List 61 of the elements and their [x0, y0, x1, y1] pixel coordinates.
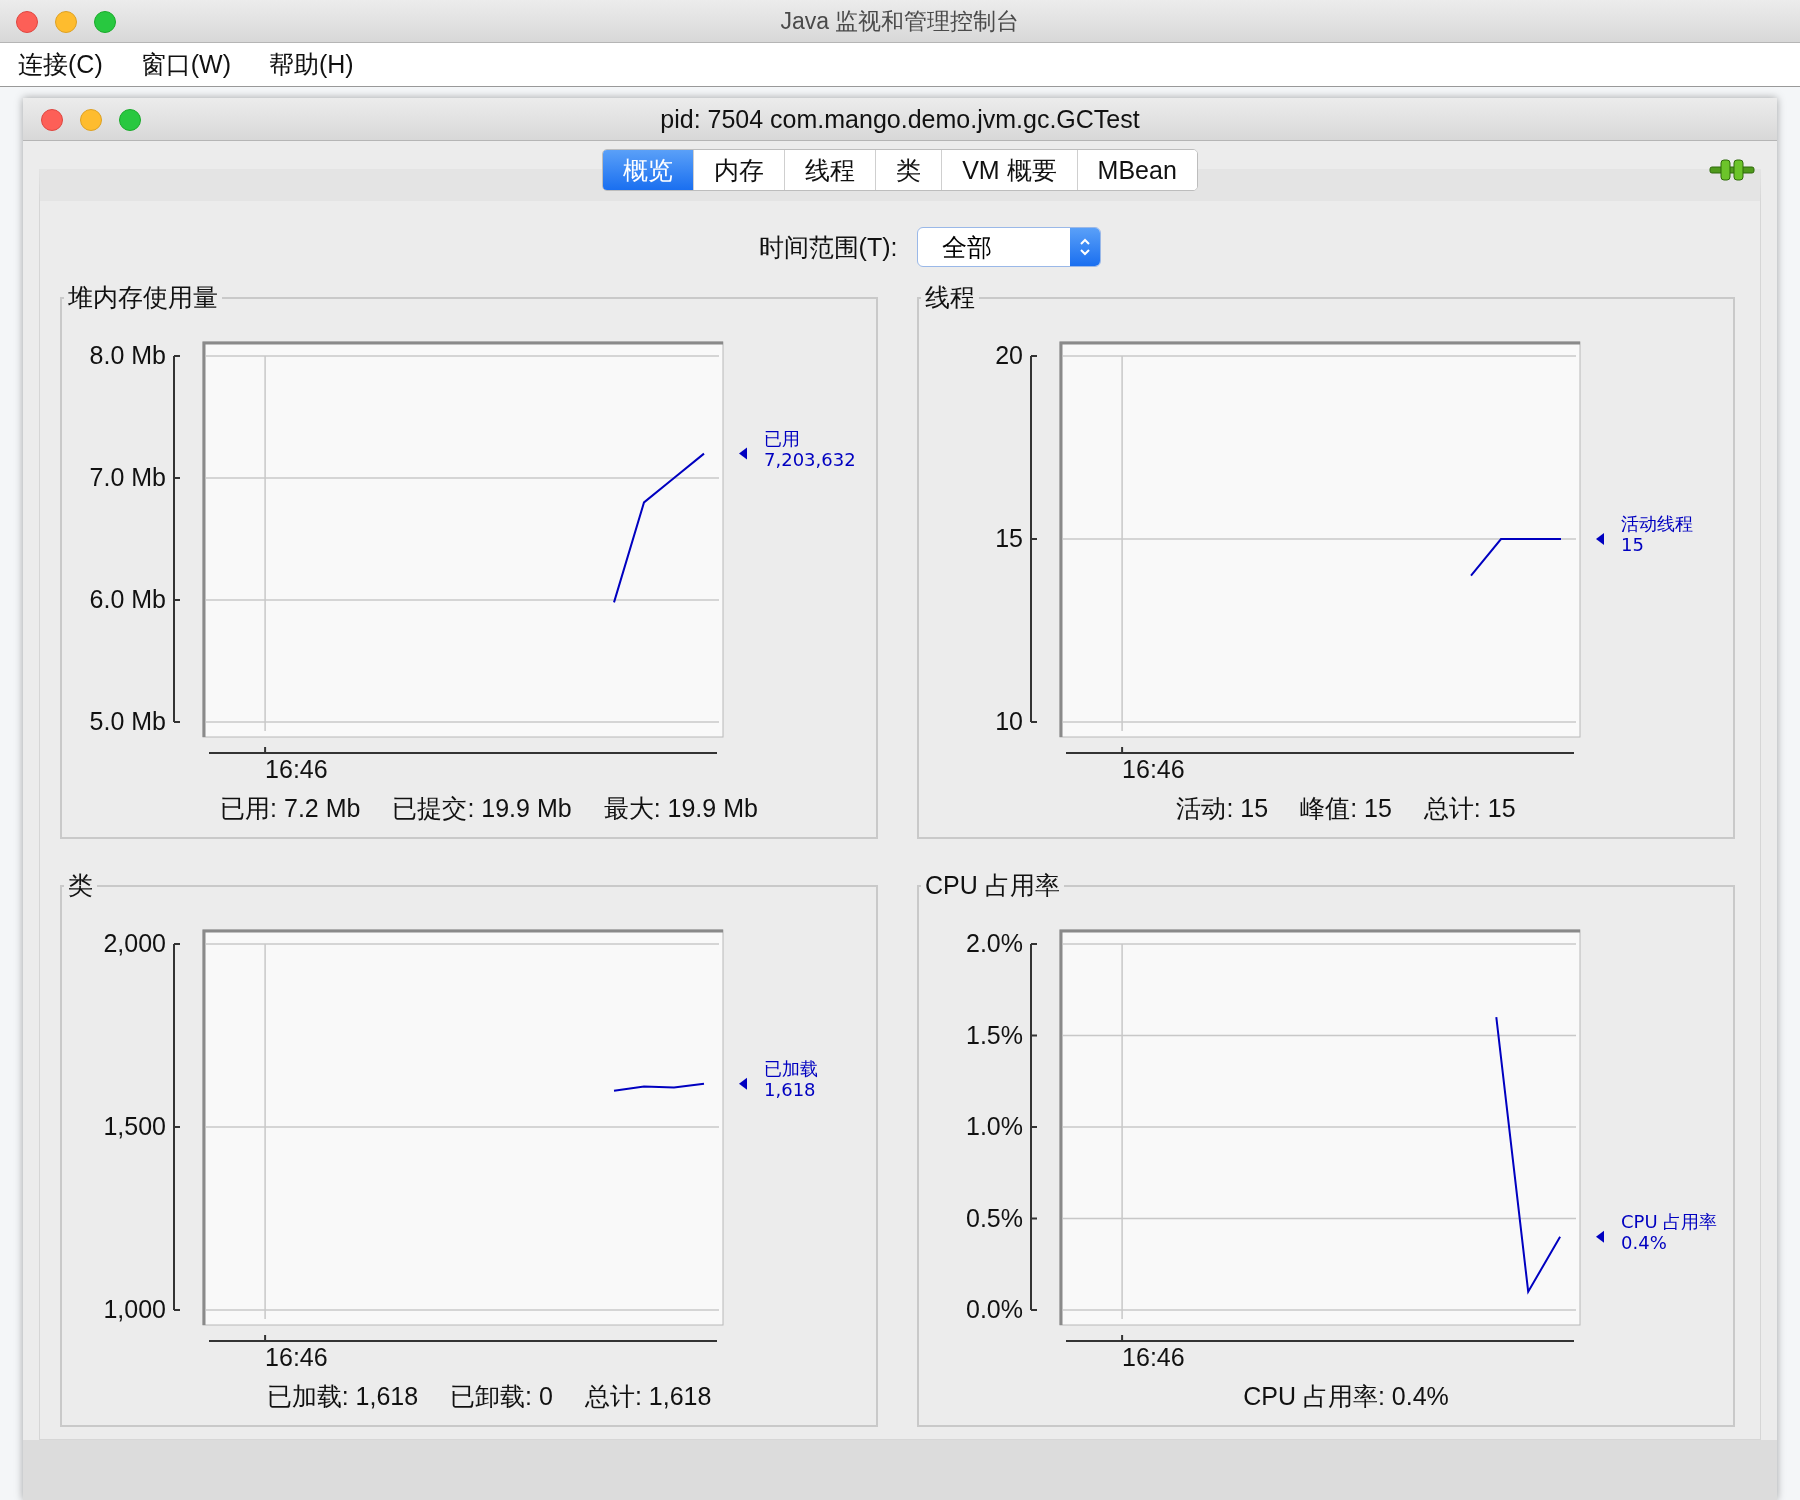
legend-marker-icon — [739, 447, 747, 460]
legend-value: 15 — [1621, 534, 1644, 555]
axis-label: 1,500 — [103, 1112, 166, 1140]
axis-label: 8.0 Mb — [89, 341, 166, 369]
minimize-button[interactable] — [80, 109, 102, 131]
legend-label: 已加载 — [764, 1057, 818, 1079]
stat-text: 已提交: 19.9 Mb — [392, 793, 572, 824]
menu-item[interactable]: 窗口(W) — [140, 48, 231, 81]
axis-label: 5.0 Mb — [89, 707, 166, 735]
menu-item[interactable]: 帮助(H) — [268, 48, 354, 81]
axis-label: 16:46 — [1122, 1343, 1185, 1371]
axis-label: 20 — [995, 341, 1023, 369]
stat-text: 峰值: 15 — [1300, 793, 1392, 824]
panel-title: CPU 占用率 — [924, 870, 1061, 901]
legend-value: 7,203,632 — [764, 448, 856, 470]
close-button[interactable] — [41, 109, 63, 131]
axis-label: 2,000 — [103, 929, 166, 957]
axis-label: 1.5% — [966, 1020, 1023, 1049]
legend-label: 活动线程 — [1621, 513, 1693, 534]
axis-label: 0.5% — [966, 1203, 1023, 1232]
stat-text: CPU 占用率: 0.4% — [1243, 1381, 1449, 1412]
time-range-label: 时间范围(T): — [758, 231, 898, 263]
panel-title: 线程 — [924, 282, 976, 313]
axis-label: 16:46 — [1122, 755, 1185, 783]
window-title: pid: 7504 com.mango.demo.jvm.gc.GCTest — [660, 104, 1140, 134]
time-range-dropdown[interactable]: 全部 — [917, 227, 1102, 267]
axis-label: 15 — [995, 524, 1023, 552]
legend-marker-icon — [739, 1077, 747, 1090]
axis-label: 1.0% — [966, 1112, 1023, 1140]
tab[interactable]: MBean — [1076, 150, 1197, 190]
minimize-button[interactable] — [55, 11, 77, 33]
close-button[interactable] — [16, 11, 38, 33]
stat-text: 总计: 1,618 — [584, 1381, 712, 1412]
axis-label: 10 — [995, 707, 1023, 735]
zoom-button[interactable] — [94, 11, 116, 33]
panel-title: 类 — [67, 870, 94, 901]
legend-label: 已用 — [764, 427, 800, 449]
menu-item[interactable]: 连接(C) — [18, 48, 103, 81]
panel-title: 堆内存使用量 — [67, 282, 219, 313]
legend-marker-icon — [1596, 533, 1604, 545]
zoom-button[interactable] — [119, 109, 141, 131]
axis-label: 1,000 — [103, 1295, 166, 1323]
window-title: Java 监视和管理控制台 — [780, 6, 1020, 36]
legend-value: 0.4% — [1621, 1231, 1667, 1253]
axis-label: 2.0% — [966, 929, 1023, 957]
stat-text: 已加载: 1,618 — [266, 1381, 419, 1412]
legend-marker-icon — [1596, 1230, 1604, 1243]
axis-label: 0.0% — [966, 1295, 1023, 1323]
axis-label: 7.0 Mb — [89, 463, 166, 491]
stat-text: 总计: 15 — [1423, 793, 1516, 824]
axis-label: 6.0 Mb — [89, 585, 166, 613]
tab[interactable]: 概览 — [603, 150, 694, 190]
stat-text: 活动: 15 — [1176, 793, 1269, 824]
stat-text: 最大: 19.9 Mb — [603, 793, 758, 824]
legend-value: 1,618 — [764, 1078, 816, 1100]
stat-text: 已用: 7.2 Mb — [220, 793, 361, 824]
axis-label: 16:46 — [265, 755, 328, 783]
stat-text: 已卸载: 0 — [450, 1381, 553, 1412]
stepper-icon — [1070, 228, 1101, 266]
legend-label: CPU 占用率 — [1621, 1210, 1718, 1232]
axis-label: 16:46 — [265, 1343, 328, 1371]
